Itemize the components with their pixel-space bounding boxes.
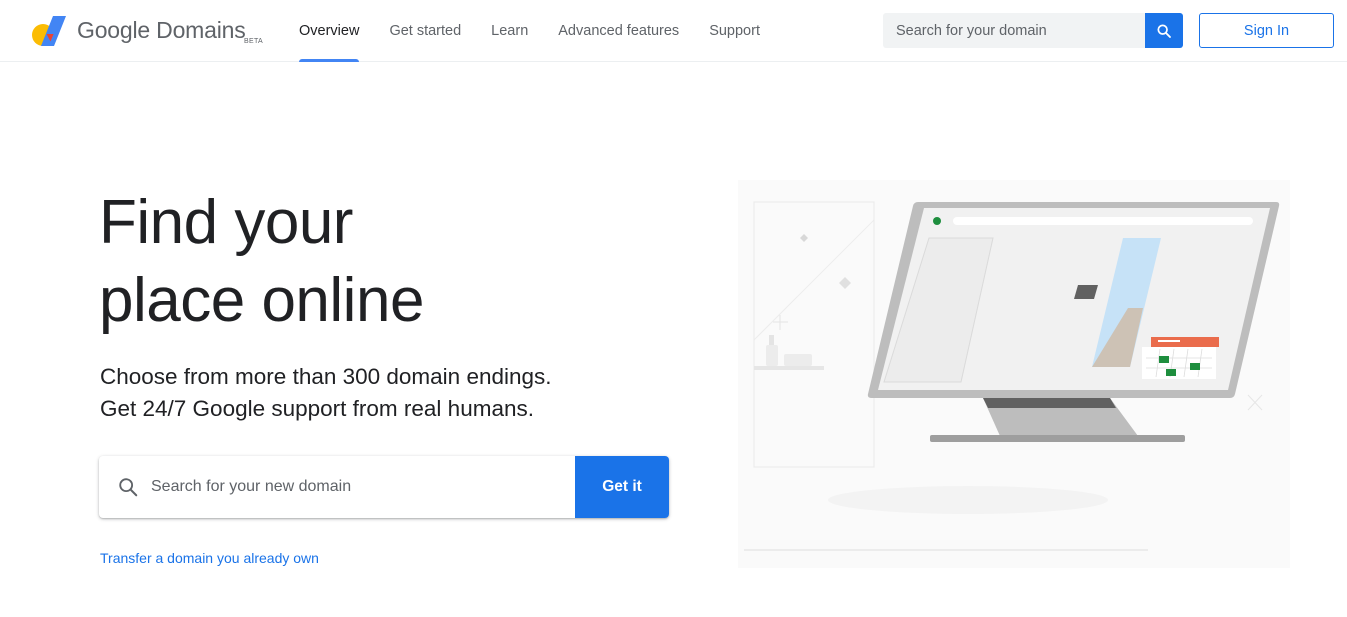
hero-subtitle-line-2: Get 24/7 Google support from real humans… xyxy=(100,396,534,421)
hero-subtitle-line-1: Choose from more than 300 domain endings… xyxy=(100,364,552,389)
search-icon xyxy=(119,478,138,497)
hero-title-line-1: Find your xyxy=(99,188,353,257)
hero-title-line-2: place online xyxy=(99,266,424,335)
hero-subtitle: Choose from more than 300 domain endings… xyxy=(100,361,552,425)
tab-support[interactable]: Support xyxy=(694,0,775,62)
get-it-button[interactable]: Get it xyxy=(575,456,669,518)
domain-search-box: Get it xyxy=(99,456,669,518)
tab-learn[interactable]: Learn xyxy=(476,0,543,62)
header-search-input[interactable] xyxy=(883,13,1145,48)
top-header: Google Domains BETA Overview Get started… xyxy=(0,0,1347,62)
tab-advanced-features[interactable]: Advanced features xyxy=(543,0,694,62)
transfer-domain-link[interactable]: Transfer a domain you already own xyxy=(100,550,319,566)
header-search-button[interactable] xyxy=(1145,13,1183,48)
beta-badge: BETA xyxy=(244,38,263,45)
tab-get-started[interactable]: Get started xyxy=(374,0,476,62)
monitor-illustration xyxy=(738,180,1290,568)
domain-search-input[interactable] xyxy=(151,456,575,518)
main-nav: Overview Get started Learn Advanced feat… xyxy=(284,0,775,62)
brand-name[interactable]: Google Domains xyxy=(77,17,246,44)
hero-title: Find your place online xyxy=(99,184,424,340)
sign-in-button[interactable]: Sign In xyxy=(1199,13,1334,48)
tab-overview[interactable]: Overview xyxy=(284,0,374,62)
search-icon xyxy=(1157,23,1171,38)
google-domains-logo-icon[interactable] xyxy=(31,14,67,48)
